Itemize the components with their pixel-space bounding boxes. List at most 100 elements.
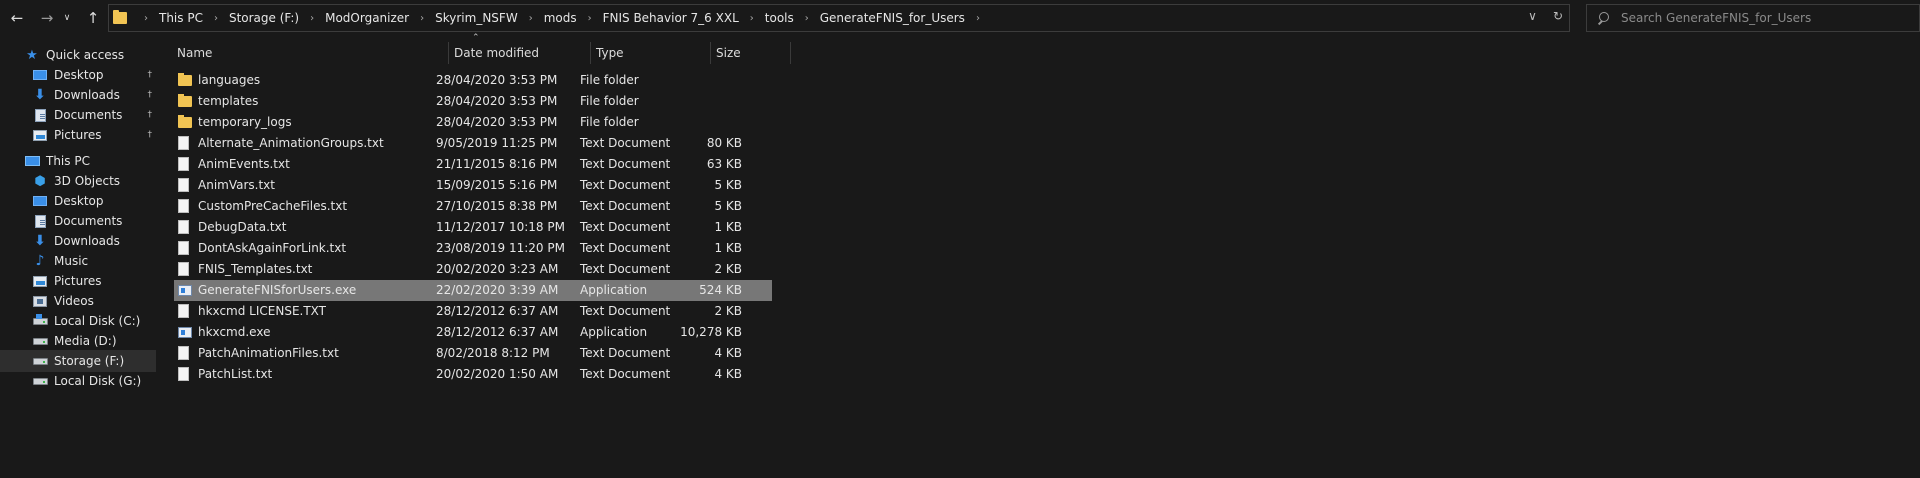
up-button[interactable]: ↑ — [82, 8, 104, 28]
search-input[interactable] — [1619, 10, 1909, 26]
file-type: Text Document — [580, 136, 671, 150]
sidebar-item-local-disk-c[interactable]: Local Disk (C:) — [0, 310, 156, 332]
file-size: 4 KB — [714, 346, 742, 360]
file-row[interactable]: CustomPreCacheFiles.txt 27/10/2015 8:38 P… — [174, 196, 772, 217]
text-file-icon — [178, 367, 192, 382]
column-divider[interactable] — [710, 42, 711, 64]
address-dropdown-button[interactable]: ∨ — [1528, 9, 1537, 23]
column-header-date-modified[interactable]: Date modified — [454, 46, 564, 68]
arrow-right-icon: → — [40, 8, 54, 27]
chevron-right-icon[interactable]: › — [205, 13, 227, 24]
breadcrumb-item[interactable]: FNIS Behavior 7_6 XXL — [601, 11, 741, 25]
file-type: Text Document — [580, 199, 671, 213]
column-header-name[interactable]: Name — [177, 46, 427, 68]
search-box[interactable] — [1586, 4, 1920, 32]
file-row[interactable]: FNIS_Templates.txt 20/02/2020 3:23 AM Text… — [174, 259, 772, 280]
sidebar-item-pictures[interactable]: Pictures — [0, 270, 156, 292]
sidebar-item-this-pc[interactable]: This PC — [0, 150, 156, 172]
file-row[interactable]: AnimEvents.txt 21/11/2015 8:16 PM Text Doc… — [174, 154, 772, 175]
pin-icon: † — [147, 90, 153, 100]
back-button[interactable]: ← — [6, 8, 28, 28]
breadcrumb-item[interactable]: Storage (F:) — [227, 11, 301, 25]
file-size: 5 KB — [714, 178, 742, 192]
column-header-type[interactable]: Type — [596, 46, 686, 68]
sidebar-item-local-disk-g[interactable]: Local Disk (G:) — [0, 370, 156, 392]
file-row[interactable]: PatchList.txt 20/02/2020 1:50 AM Text Docu… — [174, 364, 772, 385]
file-row[interactable]: hkxcmd LICENSE.TXT 28/12/2012 6:37 AM Text… — [174, 301, 772, 322]
arrow-up-icon: ↑ — [86, 8, 100, 27]
arrow-left-icon: ← — [10, 8, 24, 27]
file-size: 1 KB — [714, 241, 742, 255]
file-row[interactable]: GenerateFNISforUsers.exe 22/02/2020 3:39 … — [174, 280, 772, 301]
file-name: PatchList.txt — [198, 367, 273, 381]
breadcrumb-item[interactable]: tools — [763, 11, 796, 25]
file-row[interactable]: Alternate_AnimationGroups.txt 9/05/2019 1… — [174, 133, 772, 154]
sidebar-item-pictures[interactable]: Pictures † — [0, 124, 156, 146]
address-bar[interactable]: › This PC › Storage (F:) › ModOrganizer › Skyri… — [108, 4, 1570, 32]
file-row[interactable]: languages 28/04/2020 3:53 PM File folder — [174, 70, 772, 91]
file-date-modified: 20/02/2020 1:50 AM — [436, 367, 559, 381]
text-file-icon — [178, 157, 192, 172]
sidebar-item-videos[interactable]: Videos — [0, 290, 156, 312]
chevron-right-icon[interactable]: › — [411, 13, 433, 24]
text-file-icon — [178, 178, 192, 193]
column-header-size[interactable]: Size — [716, 46, 776, 68]
sidebar-item-desktop[interactable]: Desktop † — [0, 64, 156, 86]
file-date-modified: 23/08/2019 11:20 PM — [436, 241, 565, 255]
chevron-right-icon[interactable]: › — [741, 13, 763, 24]
refresh-button[interactable]: ↻ — [1553, 9, 1563, 23]
sidebar-item-label: Downloads — [54, 234, 120, 248]
sidebar-item-documents[interactable]: Documents † — [0, 104, 156, 126]
column-divider[interactable] — [448, 42, 449, 64]
file-row[interactable]: DebugData.txt 11/12/2017 10:18 PM Text Doc… — [174, 217, 772, 238]
breadcrumb-item[interactable]: This PC — [157, 11, 205, 25]
file-date-modified: 20/02/2020 3:23 AM — [436, 262, 559, 276]
sidebar-item-downloads[interactable]: ⬇ Downloads — [0, 230, 156, 252]
chevron-right-icon[interactable]: › — [967, 13, 989, 24]
file-row[interactable]: AnimVars.txt 15/09/2015 5:16 PM Text Docum… — [174, 175, 772, 196]
sidebar-item-downloads[interactable]: ⬇ Downloads † — [0, 84, 156, 106]
recent-locations-button[interactable]: ∨ — [60, 8, 74, 28]
file-date-modified: 9/05/2019 11:25 PM — [436, 136, 558, 150]
sidebar-item-label: Storage (F:) — [54, 354, 125, 368]
sidebar-item-3d-objects[interactable]: ⬢ 3D Objects — [0, 170, 156, 192]
file-name: hkxcmd.exe — [198, 325, 271, 339]
sidebar-item-music[interactable]: ♪ Music — [0, 250, 156, 272]
file-type: Text Document — [580, 178, 671, 192]
videos-icon — [32, 294, 48, 308]
sidebar-item-documents[interactable]: Documents — [0, 210, 156, 232]
breadcrumb-item[interactable]: GenerateFNIS_for_Users — [818, 11, 967, 25]
chevron-right-icon[interactable]: › — [579, 13, 601, 24]
column-divider[interactable] — [590, 42, 591, 64]
title-address-bar: ← → ∨ ↑ › This PC › Storage (F:) › ModOrganiz… — [0, 0, 1920, 36]
file-row[interactable]: templates 28/04/2020 3:53 PM File folder — [174, 91, 772, 112]
chevron-right-icon[interactable]: › — [796, 13, 818, 24]
file-row[interactable]: temporary_logs 28/04/2020 3:53 PM File fol… — [174, 112, 772, 133]
column-divider[interactable] — [790, 42, 791, 64]
file-row[interactable]: hkxcmd.exe 28/12/2012 6:37 AM Application 1… — [174, 322, 772, 343]
pin-icon: † — [147, 130, 153, 140]
folder-icon — [113, 10, 127, 24]
chevron-right-icon[interactable]: › — [520, 13, 542, 24]
file-row[interactable]: DontAskAgainForLink.txt 23/08/2019 11:20 … — [174, 238, 772, 259]
forward-button[interactable]: → — [36, 8, 58, 28]
sidebar-item-storage-f[interactable]: Storage (F:) — [0, 350, 156, 372]
breadcrumb-item[interactable]: mods — [542, 11, 579, 25]
sidebar-item-desktop[interactable]: Desktop — [0, 190, 156, 212]
file-list: ⌃ Name Date modified Type Size languages… — [160, 33, 1920, 478]
file-row[interactable]: PatchAnimationFiles.txt 8/02/2018 8:12 PM… — [174, 343, 772, 364]
sidebar-item-label: Pictures — [54, 274, 102, 288]
breadcrumb-item[interactable]: ModOrganizer — [323, 11, 411, 25]
file-name: CustomPreCacheFiles.txt — [198, 199, 348, 213]
breadcrumb-item[interactable]: Skyrim_NSFW — [433, 11, 520, 25]
file-date-modified: 8/02/2018 8:12 PM — [436, 346, 550, 360]
chevron-right-icon[interactable]: › — [301, 13, 323, 24]
text-file-icon — [178, 346, 192, 361]
text-file-icon — [178, 199, 192, 214]
sidebar-item-quick-access[interactable]: ★ Quick access — [0, 44, 156, 66]
chevron-right-icon[interactable]: › — [135, 13, 157, 24]
sidebar-item-media-d[interactable]: Media (D:) — [0, 330, 156, 352]
file-date-modified: 11/12/2017 10:18 PM — [436, 220, 565, 234]
text-file-icon — [178, 136, 192, 151]
file-type: File folder — [580, 94, 639, 108]
